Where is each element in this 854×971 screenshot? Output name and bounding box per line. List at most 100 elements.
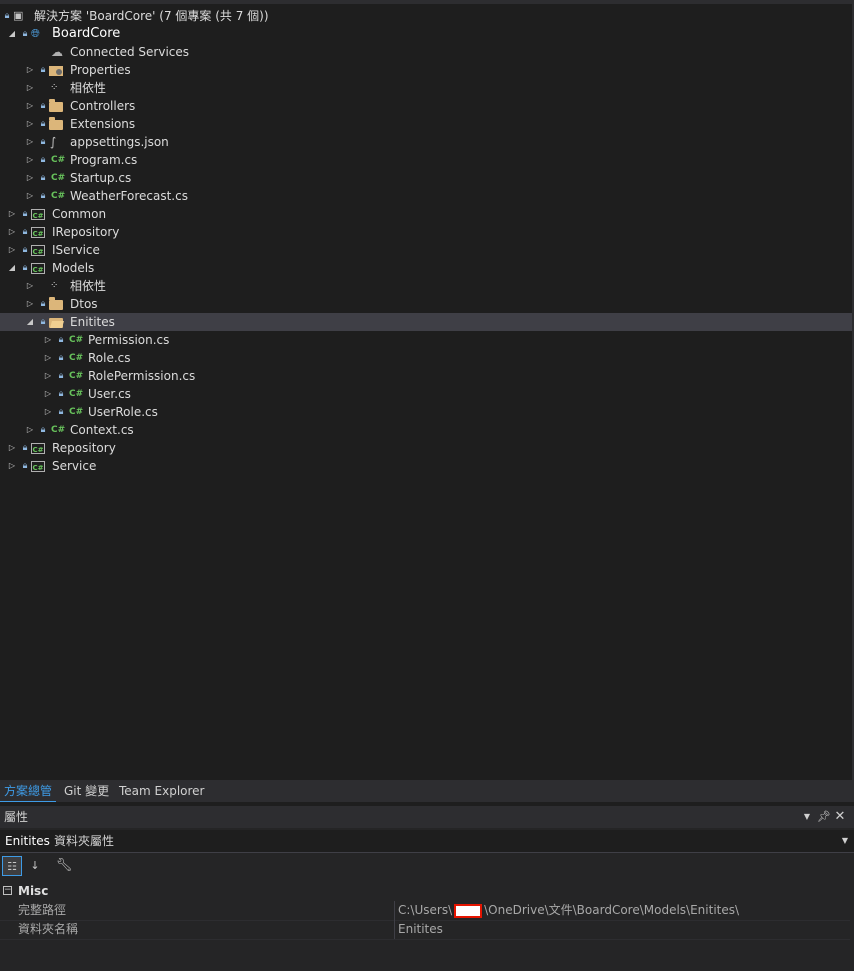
solution-icon: ▣ [13,9,24,22]
collapse-arrow-icon[interactable]: ◢ [25,313,35,331]
tree-row-startup[interactable]: ▷ 🔒︎ C# Startup.cs [0,169,852,187]
tree-item-label: 相依性 [70,81,107,95]
lock-icon: 🔒︎ [40,155,46,165]
expand-arrow-icon[interactable]: ▷ [7,439,17,457]
lock-icon: 🔒︎ [58,353,64,363]
tree-item-label: WeatherForecast.cs [70,189,188,203]
expand-arrow-icon[interactable]: ▷ [25,133,35,151]
tree-row-controllers[interactable]: ▷ 🔒︎ Controllers [0,97,852,115]
column-divider [394,920,395,939]
lock-icon: 🔒︎ [40,137,46,147]
tree-row-rolepermission[interactable]: ▷ 🔒︎ C# RolePermission.cs [0,367,852,385]
expand-arrow-icon[interactable]: ▷ [7,457,17,475]
expand-arrow-icon[interactable]: ▷ [25,115,35,133]
tree-row-models-dependencies[interactable]: ▷ ⁘ 相依性 [0,277,852,295]
wrench-icon[interactable]: 🔧︎ [54,856,74,876]
tree-row-appsettings[interactable]: ▷ 🔒︎ ∫ appsettings.json [0,133,852,151]
explorer-top-border [0,0,852,4]
lock-icon: 🔒︎ [22,461,28,471]
sort-alphabetical-icon[interactable]: ↓ [25,856,45,876]
expand-arrow-icon[interactable]: ▷ [43,331,53,349]
expand-arrow-icon[interactable]: ▷ [25,421,35,439]
lock-icon: 🔒︎ [4,11,10,21]
tree-row-common[interactable]: ▷ 🔒︎ C# Common [0,205,852,223]
expand-arrow-icon[interactable]: ▷ [25,277,35,295]
tree-row-properties[interactable]: ▷ 🔒︎ Properties [0,61,852,79]
dependencies-icon: ⁘ [50,82,59,93]
properties-toolbar: ☷ ↓ 🔧︎ [0,854,854,880]
tab-team-explorer[interactable]: Team Explorer [115,780,209,802]
tree-row-irepository[interactable]: ▷ 🔒︎ C# IRepository [0,223,852,241]
lock-icon: 🔒︎ [22,263,28,273]
tree-row-models[interactable]: ◢ 🔒︎ C# Models [0,259,852,277]
tree-row-dependencies[interactable]: ▷ ⁘ 相依性 [0,79,852,97]
property-row-full-path[interactable]: 完整路徑 C:\Users\ \OneDrive\文件\BoardCore\Mod… [0,901,850,921]
tree-row-extensions[interactable]: ▷ 🔒︎ Extensions [0,115,852,133]
window-menu-icon[interactable]: ▼ [800,806,814,828]
categorized-icon[interactable]: ☷ [2,856,22,876]
tree-row-repository[interactable]: ▷ 🔒︎ C# Repository [0,439,852,457]
tree-item-label: 相依性 [70,279,107,293]
tree-row-context[interactable]: ▷ 🔒︎ C# Context.cs [0,421,852,439]
tree-row-enitites[interactable]: ◢ 🔒︎ Enitites [0,313,852,331]
properties-header: 屬性 ▼ 📌︎ ✕ [0,806,854,828]
expand-arrow-icon[interactable]: ▷ [25,61,35,79]
tree-row-weatherforecast[interactable]: ▷ 🔒︎ C# WeatherForecast.cs [0,187,852,205]
tab-git-changes[interactable]: Git 變更 [60,780,113,802]
expand-arrow-icon[interactable]: ▷ [43,349,53,367]
tree-row-iservice[interactable]: ▷ 🔒︎ C# IService [0,241,852,259]
lock-icon: 🔒︎ [40,65,46,75]
tree-item-label: Context.cs [70,423,134,437]
path-suffix: \OneDrive\文件\BoardCore\Models\Enitites\ [484,903,740,917]
expand-arrow-icon[interactable]: ▷ [25,97,35,115]
tree-row-solution[interactable]: 🔒︎ ▣ 解決方案 'BoardCore' (7 個專案 (共 7 個)) [0,7,852,25]
tree-row-permission[interactable]: ▷ 🔒︎ C# Permission.cs [0,331,852,349]
property-row-folder-name[interactable]: 資料夾名稱 Enitites [0,920,850,940]
properties-folder-icon [49,66,63,76]
expand-arrow-icon[interactable]: ▷ [43,403,53,421]
solution-label: 解決方案 'BoardCore' (7 個專案 (共 7 個)) [34,9,269,23]
lock-icon: 🔒︎ [40,317,46,327]
lock-icon: 🔒︎ [58,335,64,345]
expand-arrow-icon[interactable]: ▷ [43,385,53,403]
csharp-file-icon: C# [69,335,84,345]
expand-arrow-icon[interactable]: ▷ [25,187,35,205]
collapse-arrow-icon[interactable]: ◢ [7,25,17,43]
tree-item-label: Startup.cs [70,171,132,185]
tree-row-connected-services[interactable]: ☁︎ Connected Services [0,43,852,61]
tab-solution-explorer[interactable]: 方案總管 [0,780,57,802]
category-label: Misc [18,884,49,898]
expand-arrow-icon[interactable]: ▷ [25,169,35,187]
collapse-arrow-icon[interactable]: ◢ [7,259,17,277]
close-icon[interactable]: ✕ [833,806,847,828]
chevron-down-icon[interactable]: ▼ [842,830,848,852]
expand-arrow-icon[interactable]: ▷ [25,295,35,313]
expand-arrow-icon[interactable]: ▷ [43,367,53,385]
lock-icon: 🔒︎ [40,101,46,111]
tree-row-userrole[interactable]: ▷ 🔒︎ C# UserRole.cs [0,403,852,421]
tree-item-label: Properties [70,63,131,77]
tree-item-label: Common [52,207,107,221]
tree-row-role[interactable]: ▷ 🔒︎ C# Role.cs [0,349,852,367]
expand-arrow-icon[interactable]: ▷ [25,79,35,97]
property-value: Enitites [398,922,443,936]
tree-row-dtos[interactable]: ▷ 🔒︎ Dtos [0,295,852,313]
expand-arrow-icon[interactable]: ▷ [7,205,17,223]
tree-row-boardcore[interactable]: ◢ 🔒︎ 🌐︎ BoardCore [0,25,852,43]
collapse-box-icon[interactable]: − [3,886,12,895]
csharp-project-icon: C# [31,245,45,256]
dependencies-icon: ⁘ [50,280,59,291]
property-name: 資料夾名稱 [18,922,79,936]
object-selector[interactable]: Enitites 資料夾屬性 ▼ [0,830,854,853]
pin-icon[interactable]: 📌︎ [817,806,831,828]
category-misc[interactable]: − Misc [0,882,854,900]
expand-arrow-icon[interactable]: ▷ [7,223,17,241]
expand-arrow-icon[interactable]: ▷ [7,241,17,259]
tree-row-service[interactable]: ▷ 🔒︎ C# Service [0,457,852,475]
expand-arrow-icon[interactable]: ▷ [25,151,35,169]
lock-icon: 🔒︎ [22,245,28,255]
tree-item-label: Dtos [70,297,98,311]
tree-row-program[interactable]: ▷ 🔒︎ C# Program.cs [0,151,852,169]
tree-item-label: Models [52,261,95,275]
tree-row-user[interactable]: ▷ 🔒︎ C# User.cs [0,385,852,403]
